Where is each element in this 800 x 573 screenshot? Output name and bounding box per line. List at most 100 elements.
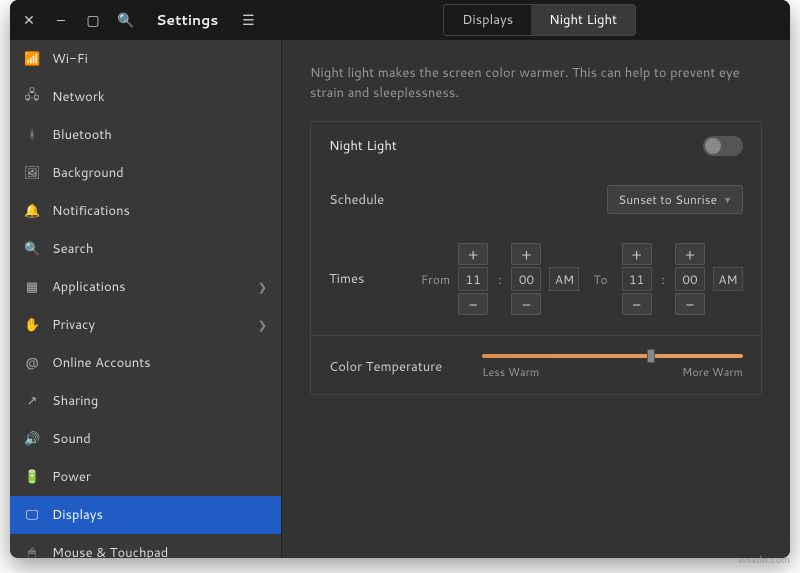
search-button[interactable]: 🔍 bbox=[110, 5, 142, 35]
slider-thumb[interactable] bbox=[647, 349, 655, 363]
watermark: wsxdn.com bbox=[738, 553, 790, 567]
slider-left-label: Less Warm bbox=[482, 364, 539, 380]
sidebar-item-online-accounts[interactable]: @ Online Accounts bbox=[10, 344, 281, 382]
menu-button[interactable]: ☰ bbox=[232, 5, 264, 35]
row-color-temp: Color Temperature Less Warm More Warm bbox=[311, 335, 761, 394]
tab-night-light[interactable]: Night Light bbox=[531, 5, 635, 35]
sidebar-item-label: Applications bbox=[52, 278, 126, 296]
sidebar-item-bluetooth[interactable]: ᚼ Bluetooth bbox=[10, 116, 281, 154]
applications-icon: ▦ bbox=[24, 278, 40, 296]
sidebar-item-label: Bluetooth bbox=[52, 126, 112, 144]
sidebar-item-label: Network bbox=[52, 88, 105, 106]
from-hour-value[interactable]: 11 bbox=[458, 267, 488, 291]
to-ampm: AM bbox=[713, 243, 743, 315]
sidebar-item-label: Mouse & Touchpad bbox=[52, 544, 168, 558]
online-accounts-icon: @ bbox=[24, 354, 40, 372]
minimize-button[interactable]: – bbox=[46, 5, 76, 35]
content-area: Night light makes the screen color warme… bbox=[282, 40, 790, 558]
sidebar-item-search[interactable]: 🔍 Search bbox=[10, 230, 281, 268]
sidebar[interactable]: 📶 Wi-Fi 🖧 Network ᚼ Bluetooth 🖼 Background 🔔 Noti… bbox=[10, 40, 282, 558]
description-text: Night light makes the screen color warme… bbox=[310, 64, 762, 103]
chevron-right-icon: ❯ bbox=[258, 279, 267, 295]
to-min-minus[interactable]: − bbox=[675, 293, 705, 315]
bluetooth-icon: ᚼ bbox=[24, 126, 40, 144]
sidebar-item-label: Background bbox=[52, 164, 124, 182]
to-min-value[interactable]: 00 bbox=[675, 267, 705, 291]
wi-fi-icon: 📶 bbox=[24, 50, 40, 68]
power-icon: 🔋 bbox=[24, 468, 40, 486]
network-icon: 🖧 bbox=[24, 86, 40, 108]
sidebar-item-label: Power bbox=[52, 468, 91, 486]
times-label: Times bbox=[329, 270, 364, 288]
night-light-label: Night Light bbox=[329, 137, 397, 155]
to-hour-minus[interactable]: − bbox=[622, 293, 652, 315]
from-min-minus[interactable]: − bbox=[511, 293, 541, 315]
from-min-value[interactable]: 00 bbox=[511, 267, 541, 291]
sidebar-item-label: Search bbox=[52, 240, 93, 258]
sidebar-item-mouse-touchpad[interactable]: 🖱 Mouse & Touchpad bbox=[10, 534, 281, 558]
row-night-light: Night Light bbox=[311, 122, 761, 170]
privacy-icon: ✋ bbox=[24, 316, 40, 334]
sidebar-item-background[interactable]: 🖼 Background bbox=[10, 154, 281, 192]
colon: : bbox=[660, 271, 667, 288]
search-icon: 🔍 bbox=[24, 240, 40, 258]
row-times: Times From + 11 − : + 00 − bbox=[311, 228, 761, 329]
view-switcher: Displays Night Light bbox=[443, 4, 636, 36]
displays-icon: 🖵 bbox=[24, 506, 40, 524]
night-light-panel: Night Light Schedule Sunset to Sunrise ▼… bbox=[310, 121, 762, 395]
sidebar-item-label: Sharing bbox=[52, 392, 98, 410]
to-min-spinner: + 00 − bbox=[675, 243, 705, 315]
sidebar-item-applications[interactable]: ▦ Applications ❯ bbox=[10, 268, 281, 306]
schedule-dropdown[interactable]: Sunset to Sunrise ▼ bbox=[607, 185, 743, 214]
sidebar-item-power[interactable]: 🔋 Power bbox=[10, 458, 281, 496]
schedule-value: Sunset to Sunrise bbox=[618, 191, 717, 208]
sidebar-item-label: Displays bbox=[52, 506, 103, 524]
sidebar-item-label: Online Accounts bbox=[52, 354, 151, 372]
from-label: From bbox=[421, 271, 450, 288]
times-controls: From + 11 − : + 00 − bbox=[421, 243, 743, 315]
settings-window: ✕ – ▢ 🔍 Settings ☰ Displays Night Light … bbox=[10, 0, 790, 558]
from-min-spinner: + 00 − bbox=[511, 243, 541, 315]
from-ampm-value[interactable]: AM bbox=[549, 267, 579, 291]
chevron-down-icon: ▼ bbox=[723, 193, 732, 206]
window-body: 📶 Wi-Fi 🖧 Network ᚼ Bluetooth 🖼 Background 🔔 Noti… bbox=[10, 40, 790, 558]
sharing-icon: ↗ bbox=[24, 392, 40, 410]
sidebar-item-notifications[interactable]: 🔔 Notifications bbox=[10, 192, 281, 230]
sound-icon: 🔊 bbox=[24, 430, 40, 448]
to-min-plus[interactable]: + bbox=[675, 243, 705, 265]
color-temp-slider[interactable] bbox=[482, 354, 743, 358]
sidebar-item-sound[interactable]: 🔊 Sound bbox=[10, 420, 281, 458]
maximize-button[interactable]: ▢ bbox=[78, 5, 108, 35]
sidebar-item-label: Wi-Fi bbox=[52, 50, 88, 68]
from-hour-plus[interactable]: + bbox=[458, 243, 488, 265]
night-light-toggle[interactable] bbox=[703, 136, 743, 156]
sidebar-item-label: Sound bbox=[52, 430, 91, 448]
to-hour-plus[interactable]: + bbox=[622, 243, 652, 265]
sidebar-item-network[interactable]: 🖧 Network bbox=[10, 78, 281, 116]
color-temp-slider-wrap: Less Warm More Warm bbox=[482, 354, 743, 380]
close-button[interactable]: ✕ bbox=[14, 5, 44, 35]
background-icon: 🖼 bbox=[24, 164, 40, 182]
tab-displays[interactable]: Displays bbox=[444, 5, 531, 35]
to-hour-value[interactable]: 11 bbox=[622, 267, 652, 291]
from-hour-spinner: + 11 − bbox=[458, 243, 488, 315]
row-schedule: Schedule Sunset to Sunrise ▼ bbox=[311, 170, 761, 228]
sidebar-item-privacy[interactable]: ✋ Privacy ❯ bbox=[10, 306, 281, 344]
colon: : bbox=[496, 271, 503, 288]
notifications-icon: 🔔 bbox=[24, 202, 40, 220]
chevron-right-icon: ❯ bbox=[258, 317, 267, 333]
sidebar-item-sharing[interactable]: ↗ Sharing bbox=[10, 382, 281, 420]
titlebar: ✕ – ▢ 🔍 Settings ☰ Displays Night Light bbox=[10, 0, 790, 40]
window-title: Settings bbox=[144, 10, 230, 30]
sidebar-item-displays[interactable]: 🖵 Displays bbox=[10, 496, 281, 534]
sidebar-item-label: Privacy bbox=[52, 316, 95, 334]
from-hour-minus[interactable]: − bbox=[458, 293, 488, 315]
mouse-touchpad-icon: 🖱 bbox=[24, 544, 40, 558]
slider-right-label: More Warm bbox=[682, 364, 743, 380]
from-min-plus[interactable]: + bbox=[511, 243, 541, 265]
from-ampm: AM bbox=[549, 243, 579, 315]
sidebar-item-label: Notifications bbox=[52, 202, 130, 220]
sidebar-item-wi-fi[interactable]: 📶 Wi-Fi bbox=[10, 40, 281, 78]
to-ampm-value[interactable]: AM bbox=[713, 267, 743, 291]
to-hour-spinner: + 11 − bbox=[622, 243, 652, 315]
